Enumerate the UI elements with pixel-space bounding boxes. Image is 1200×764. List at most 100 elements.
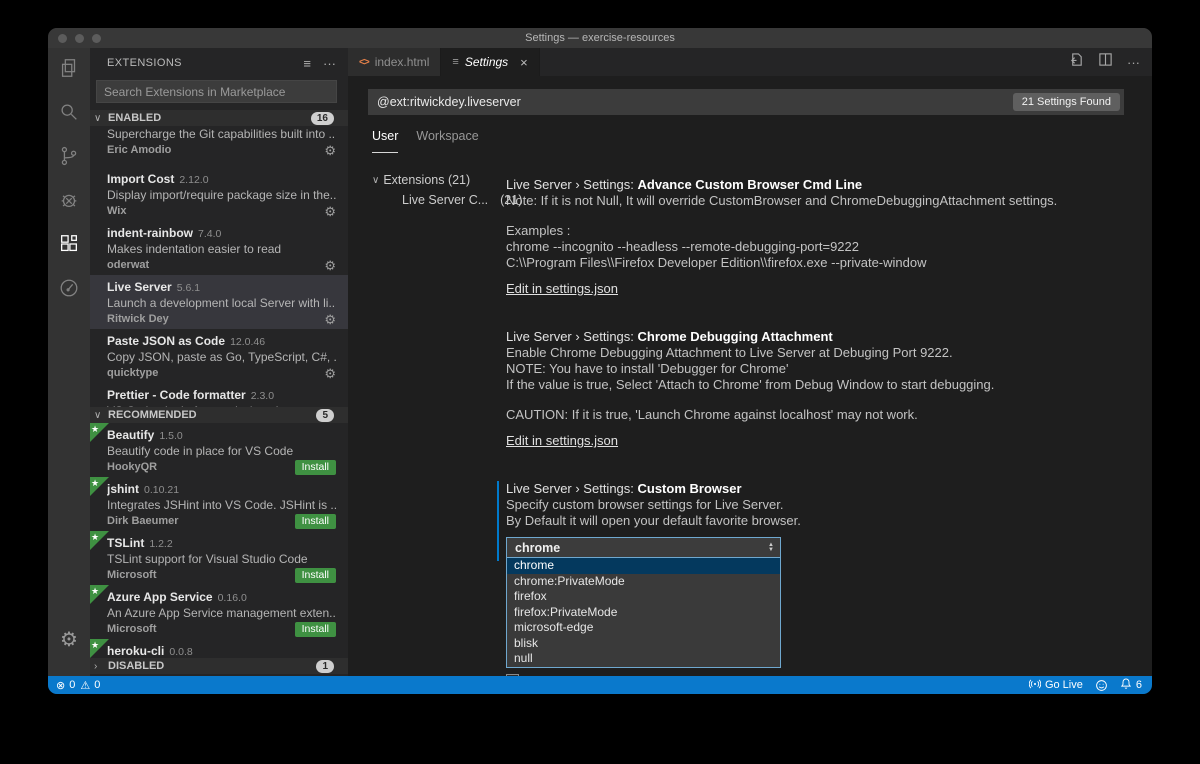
- explorer-icon[interactable]: [57, 56, 81, 80]
- extensions-sidebar: EXTENSIONS ≡ ··· ∨ ENABLED 16 Supercharg…: [90, 48, 348, 676]
- tab-index-html[interactable]: <> index.html: [348, 48, 441, 76]
- close-tab-icon[interactable]: ×: [520, 55, 528, 70]
- setting-title-prefix: Live Server › Settings:: [506, 329, 638, 344]
- settings-found-badge: 21 Settings Found: [1013, 93, 1120, 111]
- chevron-down-icon: ∨: [94, 113, 108, 124]
- setting-title: Custom Browser: [638, 481, 742, 496]
- gear-icon[interactable]: ⚙: [324, 312, 336, 327]
- setting-advance-custom-browser-cmd-line: Live Server › Settings: Advance Custom B…: [506, 177, 1152, 297]
- edit-in-settings-json-link[interactable]: Edit in settings.json: [506, 281, 618, 297]
- dropdown-option[interactable]: firefox:PrivateMode: [507, 605, 780, 621]
- notifications-bell[interactable]: 6: [1120, 677, 1142, 693]
- gear-icon[interactable]: ⚙: [324, 258, 336, 273]
- setting-description: C:\\Program Files\\Firefox Developer Edi…: [506, 255, 1152, 271]
- go-live-button[interactable]: Go Live: [1029, 678, 1083, 693]
- minimize-window-button[interactable]: [75, 34, 84, 43]
- split-editor-icon[interactable]: [1098, 52, 1113, 72]
- extension-item-azure-app-service[interactable]: ★ Azure App Service0.16.0 An Azure App S…: [90, 585, 348, 639]
- setting-chrome-debugging-attachment: Live Server › Settings: Chrome Debugging…: [506, 329, 1152, 449]
- section-recommended[interactable]: ∨ RECOMMENDED 5: [90, 407, 348, 423]
- debug-icon[interactable]: [57, 188, 81, 212]
- more-actions-icon[interactable]: ···: [323, 56, 336, 71]
- zoom-window-button[interactable]: [92, 34, 101, 43]
- live-server-icon[interactable]: [57, 276, 81, 300]
- extension-item-live-server[interactable]: Live Server5.6.1 Launch a development lo…: [90, 275, 348, 329]
- select-arrows-icon: ▲▼: [768, 543, 774, 553]
- chevron-down-icon: ∨: [94, 410, 108, 421]
- section-enabled[interactable]: ∨ ENABLED 16: [90, 110, 348, 126]
- edit-in-settings-json-link[interactable]: Edit in settings.json: [506, 433, 618, 449]
- extension-item-tslint[interactable]: ★ TSLint1.2.2 TSLint support for Visual …: [90, 531, 348, 585]
- editor-area: <> index.html ≡ Settings × ··· @ext:ritw…: [348, 48, 1152, 676]
- install-button[interactable]: Install: [295, 622, 336, 637]
- clear-extensions-filter-icon[interactable]: ≡: [303, 56, 311, 71]
- setting-description: Enable Chrome Debugging Attachment to Li…: [506, 345, 1152, 361]
- settings-search-query[interactable]: @ext:ritwickdey.liveserver: [377, 95, 1013, 109]
- install-button[interactable]: Install: [295, 460, 336, 475]
- broadcast-icon: [1029, 678, 1041, 693]
- custom-browser-dropdown: chrome chrome:PrivateMode firefox firefo…: [506, 558, 781, 668]
- tab-settings[interactable]: ≡ Settings ×: [441, 48, 539, 76]
- extension-item-heroku-cli[interactable]: ★ heroku-cli0.0.8: [90, 639, 348, 658]
- extension-item-jshint[interactable]: ★ jshint0.10.21 Integrates JSHint into V…: [90, 477, 348, 531]
- dropdown-option[interactable]: blisk: [507, 636, 780, 652]
- extension-item-paste-json[interactable]: Paste JSON as Code12.0.46 Copy JSON, pas…: [90, 329, 348, 383]
- gear-icon[interactable]: ⚙: [324, 204, 336, 219]
- dropdown-option[interactable]: chrome: [507, 558, 780, 574]
- section-disabled[interactable]: › DISABLED 1: [90, 658, 348, 674]
- recommended-ribbon-icon: ★: [90, 639, 109, 658]
- dropdown-option[interactable]: chrome:PrivateMode: [507, 574, 780, 590]
- dropdown-option[interactable]: microsoft-edge: [507, 620, 780, 636]
- dropdown-option[interactable]: null: [507, 651, 780, 667]
- settings-search-bar[interactable]: @ext:ritwickdey.liveserver 21 Settings F…: [368, 89, 1124, 115]
- source-control-icon[interactable]: [57, 144, 81, 168]
- install-button[interactable]: Install: [295, 514, 336, 529]
- bell-icon: [1120, 677, 1132, 693]
- disabled-count-badge: 1: [316, 660, 334, 673]
- extension-item-beautify[interactable]: ★ Beautify1.5.0 Beautify code in place f…: [90, 423, 348, 477]
- window-title: Settings — exercise-resources: [525, 32, 675, 44]
- settings-scope-tabs: User Workspace: [372, 129, 1152, 153]
- close-window-button[interactable]: [58, 34, 67, 43]
- extension-item-prettier[interactable]: Prettier - Code formatter2.3.0 VS Code p…: [90, 383, 348, 407]
- extension-item-gitlens[interactable]: Supercharge the Git capabilities built i…: [90, 126, 348, 167]
- manage-gear-icon[interactable]: ⚙: [60, 627, 78, 652]
- recommended-ribbon-icon: ★: [90, 531, 109, 550]
- setting-description: chrome --incognito --headless --remote-d…: [506, 239, 1152, 255]
- warning-icon: ⚠: [80, 679, 90, 692]
- chevron-right-icon: ›: [94, 661, 108, 672]
- custom-browser-select[interactable]: chrome ▲▼: [506, 537, 781, 558]
- sidebar-title: EXTENSIONS: [107, 57, 303, 69]
- more-actions-icon[interactable]: ···: [1127, 55, 1140, 70]
- search-icon[interactable]: [57, 100, 81, 124]
- vscode-window: Settings — exercise-resources ⚙: [48, 28, 1152, 694]
- setting-title: Advance Custom Browser Cmd Line: [638, 177, 863, 192]
- chevron-down-icon: ∨: [372, 175, 379, 186]
- gear-icon[interactable]: ⚙: [324, 143, 336, 158]
- problems-errors[interactable]: ⊗ 0: [56, 679, 75, 692]
- setting-description: CAUTION: If it is true, 'Launch Chrome a…: [506, 407, 1152, 423]
- toc-live-server[interactable]: Live Server C... (21): [402, 193, 506, 207]
- open-changes-icon[interactable]: [1069, 52, 1084, 72]
- scope-tab-workspace[interactable]: Workspace: [416, 129, 478, 153]
- extension-item-indent-rainbow[interactable]: indent-rainbow7.4.0 Makes indentation ea…: [90, 221, 348, 275]
- setting-description: If the value is true, Select 'Attach to …: [506, 377, 1152, 393]
- setting-custom-browser: Live Server › Settings: Custom Browser S…: [506, 481, 1152, 676]
- install-button[interactable]: Install: [295, 568, 336, 583]
- extension-item-import-cost[interactable]: Import Cost2.12.0 Display import/require…: [90, 167, 348, 221]
- checkbox[interactable]: [506, 674, 519, 677]
- feedback-smiley-icon[interactable]: [1095, 679, 1108, 692]
- extensions-search-input[interactable]: [96, 80, 337, 103]
- setting-description: By Default it will open your default fav…: [506, 513, 1152, 529]
- gear-icon[interactable]: ⚙: [324, 366, 336, 381]
- problems-warnings[interactable]: ⚠ 0: [80, 679, 100, 692]
- toc-extensions[interactable]: ∨ Extensions (21): [372, 173, 506, 187]
- activity-bar: ⚙: [48, 48, 90, 676]
- setting-description: Examples :: [506, 223, 1152, 239]
- scope-tab-user[interactable]: User: [372, 129, 398, 153]
- settings-toc: ∨ Extensions (21) Live Server C... (21): [348, 155, 506, 676]
- setting-title: Chrome Debugging Attachment: [638, 329, 833, 344]
- recommended-ribbon-icon: ★: [90, 585, 109, 604]
- extensions-icon[interactable]: [57, 232, 81, 256]
- dropdown-option[interactable]: firefox: [507, 589, 780, 605]
